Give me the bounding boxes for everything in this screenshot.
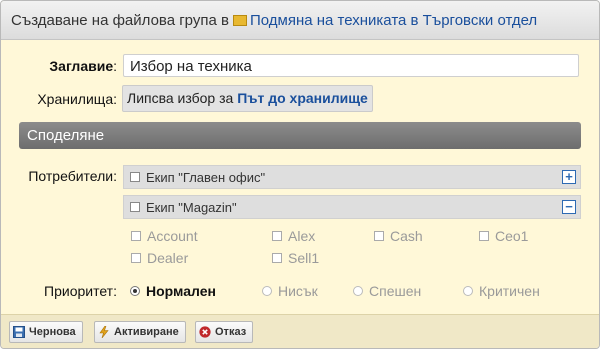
dialog-title: Създаване на файлова група в Подмяна на … <box>1 1 599 40</box>
expand-plus-icon[interactable]: + <box>562 170 576 184</box>
storage-picker[interactable]: Липсва избор за Път до хранилище <box>122 85 373 112</box>
member-cash[interactable]: Cash <box>374 228 423 244</box>
priority-normal[interactable]: Нормален <box>130 283 216 299</box>
member-dealer[interactable]: Dealer <box>131 250 188 266</box>
create-file-group-dialog: Създаване на файлова група в Подмяна на … <box>0 0 600 349</box>
group-name: Екип "Magazin" <box>146 199 237 215</box>
activate-button[interactable]: Активиране <box>94 321 186 343</box>
group-checkbox[interactable] <box>130 172 140 182</box>
member-checkbox[interactable] <box>374 231 384 241</box>
group-checkbox[interactable] <box>130 202 140 212</box>
title-label: Заглавие: <box>49 58 117 74</box>
title-input[interactable]: Избор на техника <box>123 54 579 77</box>
collapse-minus-icon[interactable]: − <box>562 200 576 214</box>
group-row-main-office[interactable]: Екип "Главен офис" + <box>123 165 581 189</box>
member-checkbox[interactable] <box>272 253 282 263</box>
priority-urgent[interactable]: Спешен <box>353 283 421 299</box>
close-circle-icon <box>199 326 211 338</box>
users-label: Потребители: <box>28 168 117 184</box>
priority-low[interactable]: Нисък <box>262 283 318 299</box>
radio[interactable] <box>463 286 473 296</box>
priority-critical[interactable]: Критичен <box>463 283 540 299</box>
member-alex[interactable]: Alex <box>272 228 315 244</box>
save-disk-icon <box>13 326 25 338</box>
draft-button[interactable]: Чернова <box>9 321 83 343</box>
radio[interactable] <box>262 286 272 296</box>
member-account[interactable]: Account <box>131 228 198 244</box>
member-checkbox[interactable] <box>479 231 489 241</box>
project-link[interactable]: Подмяна на техниката в Търговски отдел <box>250 12 537 29</box>
storage-text: Липсва избор за <box>127 90 234 106</box>
member-sell1[interactable]: Sell1 <box>272 250 319 266</box>
priority-label: Приоритет: <box>44 283 117 299</box>
dialog-footer: Чернова Активиране Отказ <box>1 314 599 348</box>
member-checkbox[interactable] <box>131 231 141 241</box>
group-name: Екип "Главен офис" <box>146 169 266 185</box>
storage-label: Хранилища: <box>37 91 117 107</box>
folder-icon <box>232 14 247 26</box>
group-row-magazin[interactable]: Екип "Magazin" − <box>123 195 581 219</box>
radio[interactable] <box>353 286 363 296</box>
member-ceo1[interactable]: Ceo1 <box>479 228 528 244</box>
member-checkbox[interactable] <box>131 253 141 263</box>
title-prefix: Създаване на файлова група в <box>11 11 229 29</box>
lightning-icon <box>98 325 110 339</box>
cancel-button[interactable]: Отказ <box>195 321 254 343</box>
storage-path-link[interactable]: Път до хранилище <box>237 90 368 106</box>
member-checkbox[interactable] <box>272 231 282 241</box>
radio-selected[interactable] <box>130 286 140 296</box>
sharing-section-header: Споделяне <box>19 122 581 149</box>
